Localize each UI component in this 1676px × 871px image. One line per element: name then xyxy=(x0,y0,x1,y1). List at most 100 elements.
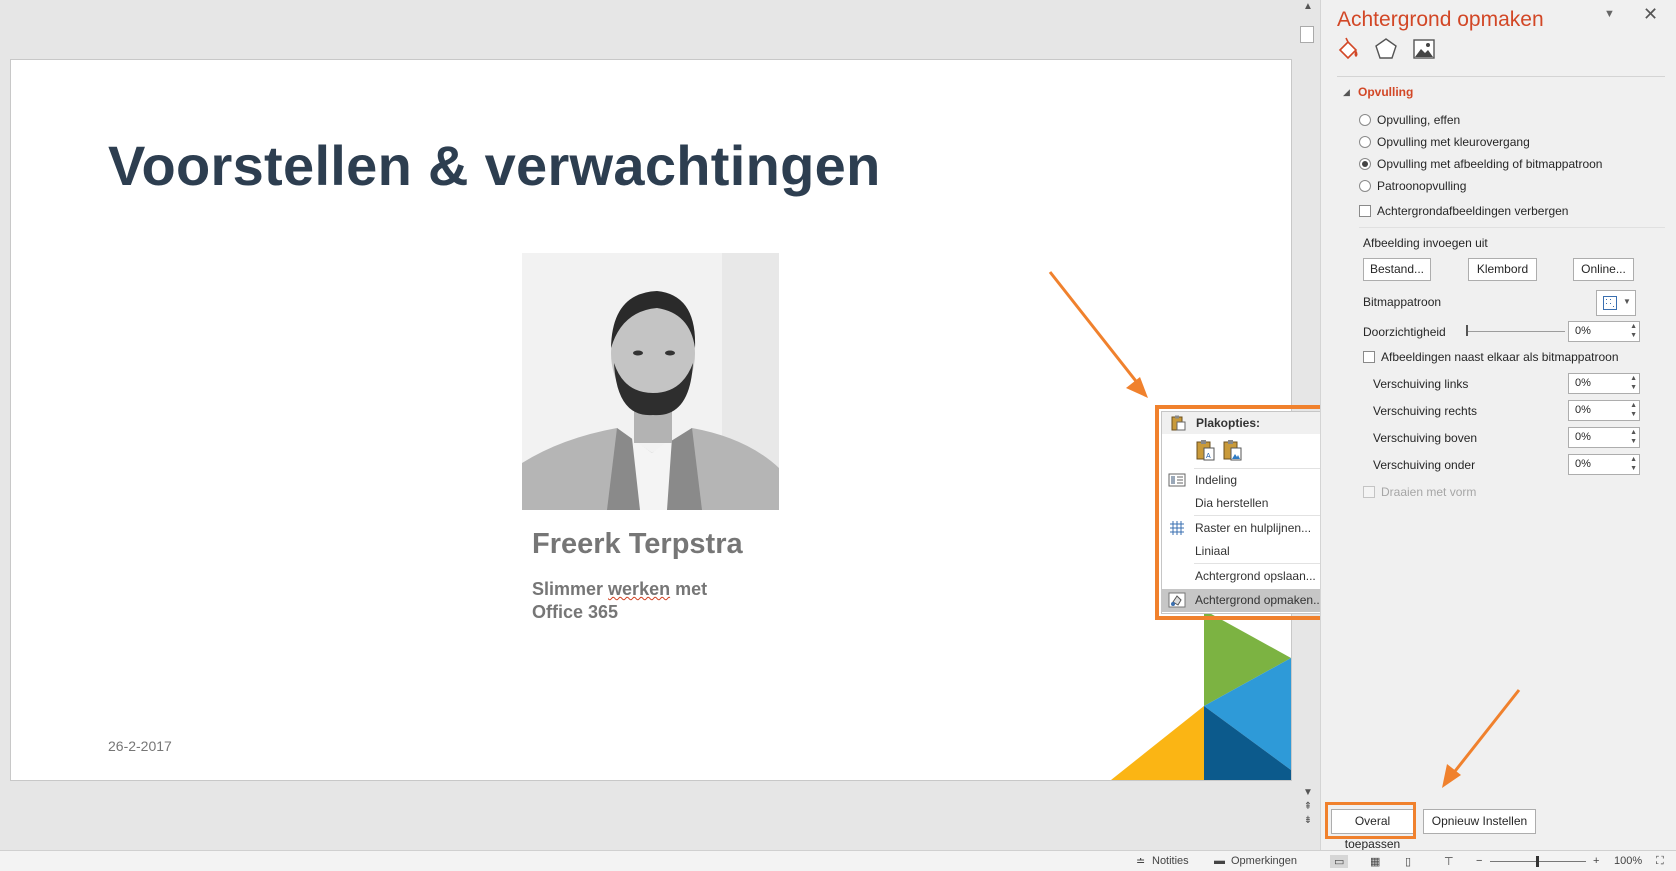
radio-pattern-fill[interactable]: Patroonopvulling xyxy=(1359,179,1466,193)
format-background-icon xyxy=(1168,592,1186,608)
clipboard-button[interactable]: Klembord xyxy=(1468,258,1537,281)
menu-item-label: Raster en hulplijnen... xyxy=(1195,521,1312,535)
zoom-out-icon[interactable]: − xyxy=(1476,855,1482,867)
offset-top-spinbox[interactable]: 0% ▲ ▼ xyxy=(1568,427,1640,448)
offset-right-spinbox[interactable]: 0% ▲ ▼ xyxy=(1568,400,1640,421)
transparency-slider[interactable] xyxy=(1467,331,1565,332)
checkbox[interactable] xyxy=(1363,351,1375,363)
slideshow-icon[interactable]: ⊤ xyxy=(1444,855,1454,868)
subtitle-line-2[interactable]: Office 365 xyxy=(532,602,618,623)
subtitle-line-1[interactable]: Slimmer werken met xyxy=(532,579,707,600)
fill-tab-paint-bucket-icon[interactable] xyxy=(1335,36,1361,62)
pane-options-chevron-icon[interactable]: ▼ xyxy=(1604,8,1615,20)
next-slide-icon[interactable]: ⇟ xyxy=(1301,814,1315,828)
radio-button[interactable] xyxy=(1359,180,1371,192)
menu-item-ruler[interactable]: Liniaal xyxy=(1162,540,1344,563)
radio-button-selected[interactable] xyxy=(1359,158,1371,170)
slide-date[interactable]: 26-2-2017 xyxy=(108,738,172,754)
option-label: Afbeeldingen naast elkaar als bitmappatr… xyxy=(1381,350,1619,364)
slide-title[interactable]: Voorstellen & verwachtingen xyxy=(108,133,881,198)
fit-to-window-icon[interactable]: ⛶ xyxy=(1656,855,1664,868)
previous-slide-icon[interactable]: ⇞ xyxy=(1301,800,1315,814)
slide-editor[interactable]: Voorstellen & verwachtingen Freerk Terps… xyxy=(0,0,1320,850)
paste-icon xyxy=(1171,415,1186,431)
spin-arrows-icon[interactable]: ▲ ▼ xyxy=(1630,428,1637,446)
reset-background-button[interactable]: Opnieuw Instellen xyxy=(1423,809,1536,834)
picture-tab-image-icon[interactable] xyxy=(1411,36,1437,62)
menu-item-label: Achtergrond opmaken... xyxy=(1195,593,1324,607)
paste-use-destination-theme-icon[interactable]: A xyxy=(1195,439,1215,461)
menu-item-format-background[interactable]: Achtergrond opmaken... xyxy=(1162,589,1344,612)
close-icon[interactable]: ✕ xyxy=(1643,4,1658,25)
spinbox-value: 0% xyxy=(1575,458,1591,470)
offset-top-label: Verschuiving boven xyxy=(1373,431,1478,445)
spinbox-value: 0% xyxy=(1575,431,1591,443)
presenter-photo[interactable] xyxy=(522,253,779,510)
offset-left-spinbox[interactable]: 0% ▲ ▼ xyxy=(1568,373,1640,394)
offset-right-label: Verschuiving rechts xyxy=(1373,404,1478,418)
section-fill-header[interactable]: Opvulling xyxy=(1358,85,1413,99)
comments-button[interactable]: Opmerkingen xyxy=(1231,855,1297,867)
context-menu: Plakopties: A Indeling ▶ Dia herstellen xyxy=(1161,411,1345,614)
radio-gradient-fill[interactable]: Opvulling met kleurovergang xyxy=(1359,135,1530,149)
tile-as-texture-checkbox[interactable]: Afbeeldingen naast elkaar als bitmappatr… xyxy=(1363,350,1619,364)
hide-background-graphics-checkbox[interactable]: Achtergrondafbeeldingen verbergen xyxy=(1359,204,1568,218)
notes-icon[interactable]: ≐ xyxy=(1136,855,1145,868)
menu-item-save-background[interactable]: Achtergrond opslaan... xyxy=(1162,565,1344,588)
collapse-triangle-icon[interactable]: ◢ xyxy=(1343,87,1350,98)
spin-arrows-icon[interactable]: ▲ ▼ xyxy=(1630,455,1637,473)
reading-view-icon[interactable]: ▯ xyxy=(1405,855,1411,868)
comments-icon[interactable]: ▬ xyxy=(1214,855,1225,867)
svg-text:A: A xyxy=(1206,453,1211,460)
pattern-swatch-icon xyxy=(1603,296,1617,310)
option-label: Achtergrondafbeeldingen verbergen xyxy=(1377,204,1569,218)
radio-button[interactable] xyxy=(1359,136,1371,148)
pane-title: Achtergrond opmaken xyxy=(1337,8,1544,31)
format-background-pane: Achtergrond opmaken ▼ ✕ ◢ Opvulling Opvu… xyxy=(1320,0,1676,851)
menu-item-grid-and-guides[interactable]: Raster en hulplijnen... ▶ xyxy=(1162,517,1344,540)
menu-item-label: Achtergrond opslaan... xyxy=(1195,569,1316,583)
option-label: Opvulling met afbeelding of bitmappatroo… xyxy=(1377,157,1603,171)
option-label: Patroonopvulling xyxy=(1377,179,1467,193)
offset-bottom-label: Verschuiving onder xyxy=(1373,458,1476,472)
spinbox-value: 0% xyxy=(1575,325,1591,337)
paste-as-picture-icon[interactable] xyxy=(1222,439,1242,461)
zoom-level[interactable]: 100% xyxy=(1614,855,1642,867)
presenter-name[interactable]: Freerk Terpstra xyxy=(532,528,743,561)
offset-left-label: Verschuiving links xyxy=(1373,377,1469,391)
notes-button[interactable]: Notities xyxy=(1152,855,1189,867)
menu-item-layout[interactable]: Indeling ▶ xyxy=(1162,469,1344,492)
paste-options-label: Plakopties: xyxy=(1196,416,1261,430)
normal-view-icon[interactable]: ▭ xyxy=(1330,855,1349,868)
radio-picture-fill[interactable]: Opvulling met afbeelding of bitmappatroo… xyxy=(1359,157,1602,171)
scroll-up-icon[interactable]: ▲ xyxy=(1301,0,1315,14)
menu-item-reset-slide[interactable]: Dia herstellen xyxy=(1162,492,1344,515)
radio-solid-fill[interactable]: Opvulling, effen xyxy=(1359,113,1460,127)
spin-arrows-icon[interactable]: ▲ ▼ xyxy=(1630,374,1637,392)
option-label: Opvulling, effen xyxy=(1377,113,1461,127)
online-button[interactable]: Online... xyxy=(1573,258,1634,281)
slide-sorter-icon[interactable]: ▦ xyxy=(1370,855,1380,868)
menu-item-label: Indeling xyxy=(1195,473,1238,487)
slide-canvas[interactable]: Voorstellen & verwachtingen Freerk Terps… xyxy=(10,59,1292,781)
transparency-spinbox[interactable]: 0% ▲ ▼ xyxy=(1568,321,1640,342)
file-button[interactable]: Bestand... xyxy=(1363,258,1431,281)
subtitle-word: Slimmer xyxy=(532,579,609,599)
rotate-with-shape-checkbox: Draaien met vorm xyxy=(1363,485,1476,499)
grid-icon xyxy=(1170,521,1184,535)
offset-bottom-spinbox[interactable]: 0% ▲ ▼ xyxy=(1568,454,1640,475)
transparency-slider-handle[interactable] xyxy=(1466,325,1468,336)
zoom-in-icon[interactable]: + xyxy=(1593,855,1599,867)
bitmap-pattern-dropdown[interactable]: ▼ xyxy=(1596,290,1636,316)
scrollbar-thumb[interactable] xyxy=(1300,26,1314,43)
subtitle-word: met xyxy=(670,579,708,599)
zoom-slider-handle[interactable] xyxy=(1536,856,1539,867)
spin-arrows-icon[interactable]: ▲ ▼ xyxy=(1630,401,1637,419)
checkbox[interactable] xyxy=(1359,205,1371,217)
spin-arrows-icon[interactable]: ▲ ▼ xyxy=(1630,322,1637,340)
menu-item-label: Dia herstellen xyxy=(1195,496,1269,510)
radio-button[interactable] xyxy=(1359,114,1371,126)
transparency-label: Doorzichtigheid xyxy=(1363,325,1446,339)
effects-tab-pentagon-icon[interactable] xyxy=(1373,36,1399,62)
scroll-down-icon[interactable]: ▼ xyxy=(1301,786,1315,800)
